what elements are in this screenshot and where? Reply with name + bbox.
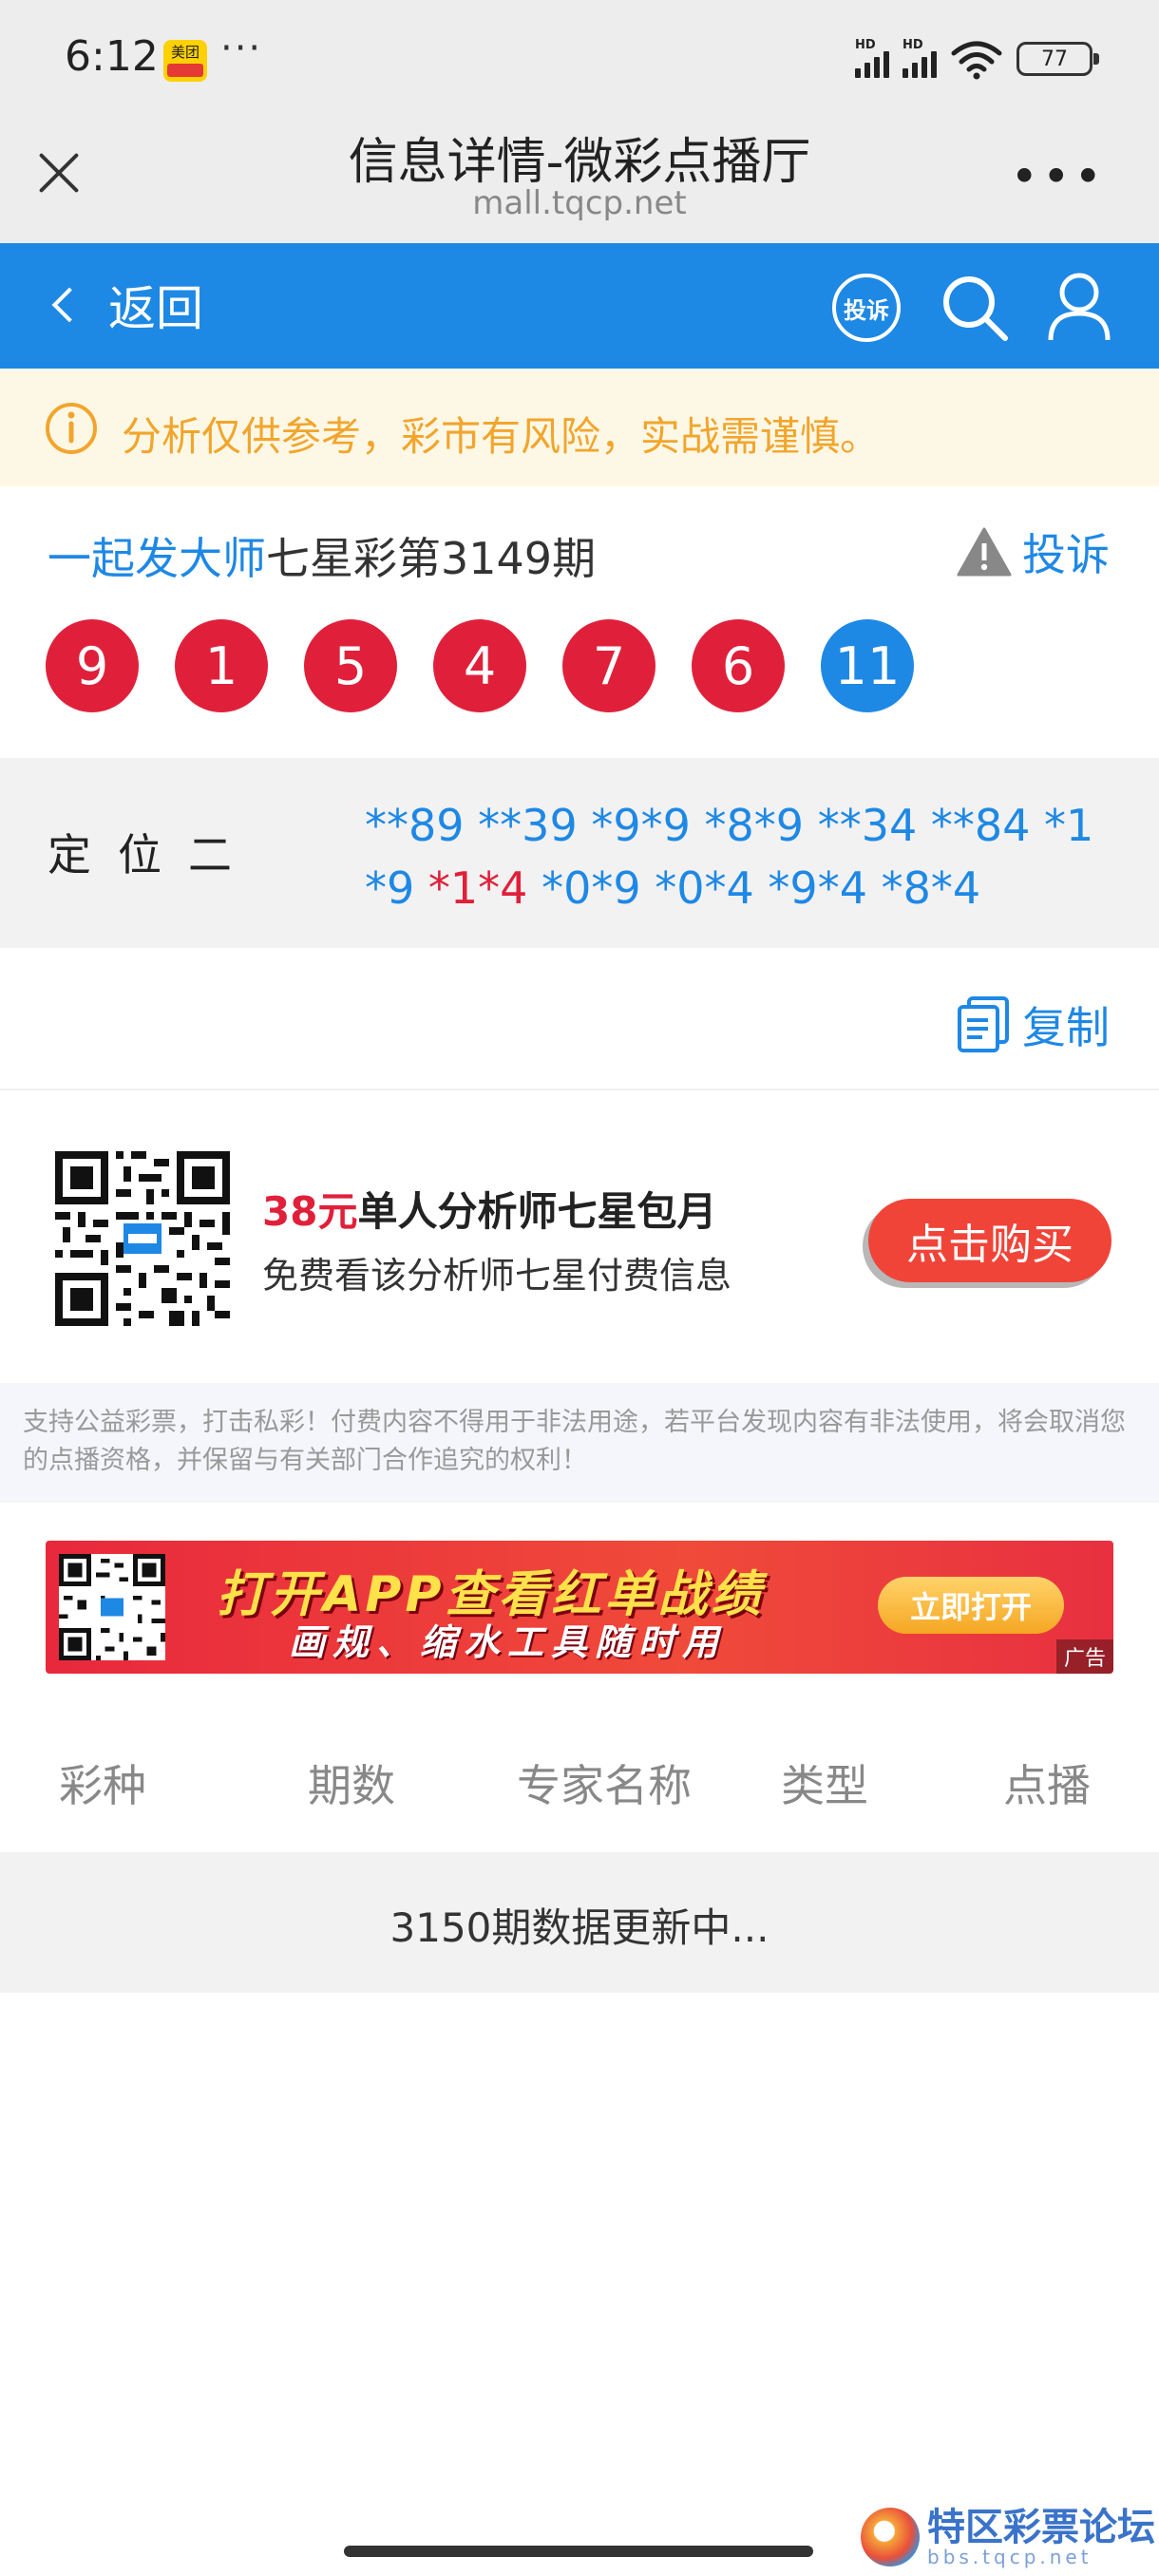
positioning-label: 定位二 <box>48 829 258 881</box>
back-label: 返回 <box>108 281 203 336</box>
result-ball: 9 <box>46 619 139 712</box>
disclaimer-text: 支持公益彩票，打击私彩！付费内容不得用于非法用途，若平台发现内容有非法使用，将会… <box>0 1383 1159 1503</box>
promo-title: 38元单人分析师七星包月 <box>262 1180 716 1238</box>
expert-section: 一起发大师七星彩第3149期 投诉 9 1 5 4 7 6 11 <box>0 486 1159 758</box>
header-type: 类型 <box>781 1760 868 1811</box>
search-icon[interactable] <box>939 272 1011 344</box>
user-icon[interactable] <box>1045 270 1113 344</box>
copy-row: 复制 <box>0 948 1159 1090</box>
open-app-button[interactable]: 立即打开 <box>878 1577 1064 1634</box>
status-bar: 6:12 美团 ··· HD HD 77 <box>0 0 1159 110</box>
empty-state-message: 3150期数据更新中... <box>390 1904 770 1951</box>
copy-label: 复制 <box>1022 1002 1110 1053</box>
notification-more-icon: ··· <box>220 27 263 70</box>
promo-title-text: 单人分析师七星包月 <box>357 1188 717 1235</box>
wifi-icon <box>951 41 1002 80</box>
page-title: 信息详情-微彩点播厅 <box>348 134 811 191</box>
complain-label: 投诉 <box>1022 529 1110 580</box>
positioning-number: *8*9 <box>704 800 805 851</box>
complain-icon[interactable]: 投诉 <box>832 274 901 342</box>
copy-button[interactable]: 复制 <box>956 994 1110 1056</box>
meituan-app-icon: 美团 <box>163 40 207 82</box>
copy-icon <box>958 996 1009 1052</box>
table-row: 3150期数据更新中... <box>0 1852 1159 1993</box>
webview-title-bar: 信息详情-微彩点播厅 mall.tqcp.net ••• <box>0 110 1159 243</box>
buy-button[interactable]: 点击购买 <box>868 1199 1112 1282</box>
result-ball: 4 <box>433 619 526 712</box>
subscription-promo: 38元单人分析师七星包月 免费看该分析师七星付费信息 点击购买 <box>0 1092 1159 1383</box>
positioning-number: *0*9 <box>542 862 641 914</box>
battery-level: 77 <box>1041 47 1068 71</box>
positioning-number: *0*4 <box>655 862 754 914</box>
ad-label: 广告 <box>1055 1639 1113 1674</box>
positioning-number: *9*9 <box>591 800 691 851</box>
positioning-number: **84 <box>930 800 1031 851</box>
banner-qr-code-icon <box>59 1554 165 1660</box>
battery-icon: 77 <box>1016 42 1099 76</box>
cellular-signal-2-icon: HD <box>902 38 937 78</box>
app-badge-label: 美团 <box>170 44 200 61</box>
draw-result-balls: 9 1 5 4 7 6 11 <box>46 619 914 712</box>
positioning-numbers: **89 **39 *9*9 *8*9 **34 **84 *1*9 *1*4 … <box>365 794 1115 919</box>
risk-notice: 分析仅供参考，彩市有风险，实战需谨慎。 <box>0 369 1159 486</box>
result-ball-special: 11 <box>821 619 914 712</box>
promo-subtitle: 免费看该分析师七星付费信息 <box>262 1255 732 1297</box>
positioning-number: **34 <box>817 800 918 851</box>
header-play: 点播 <box>1003 1760 1091 1811</box>
issue-label: 七星彩第3149期 <box>266 533 597 584</box>
forum-watermark: 特区彩票论坛 bbs.tqcp.net <box>861 2508 1155 2567</box>
positioning-number: **39 <box>478 800 578 851</box>
watermark-title: 特区彩票论坛 <box>927 2506 1155 2549</box>
result-ball: 1 <box>175 619 268 712</box>
promo-price: 38元 <box>262 1188 358 1235</box>
forum-logo-icon <box>861 2508 920 2567</box>
more-menu-icon[interactable]: ••• <box>1011 153 1106 200</box>
positioning-number-hit: *1*4 <box>428 862 528 914</box>
chevron-left-icon <box>51 287 87 323</box>
expert-name-link[interactable]: 一起发大师 <box>48 533 266 584</box>
positioning-row: 定位二 **89 **39 *9*9 *8*9 **34 **84 *1*9 *… <box>0 758 1159 948</box>
hd-label: HD <box>855 38 876 52</box>
info-icon <box>46 403 97 454</box>
hd-label-2: HD <box>902 38 923 52</box>
status-time: 6:12 <box>65 32 159 81</box>
notice-text: 分析仅供参考，彩市有风险，实战需谨慎。 <box>122 413 881 460</box>
warning-icon <box>957 527 1012 577</box>
watermark-subtitle: bbs.tqcp.net <box>927 2546 1092 2568</box>
table-header: 彩种 期数 专家名称 类型 点播 <box>0 1710 1159 1852</box>
positioning-number: *8*4 <box>881 862 981 914</box>
site-nav-bar: 返回 投诉 <box>0 243 1159 369</box>
header-lottery-type: 彩种 <box>59 1760 146 1811</box>
result-ball: 5 <box>304 619 397 712</box>
expert-title: 一起发大师七星彩第3149期 <box>48 524 596 587</box>
page: 6:12 美团 ··· HD HD 77 信息详情-微彩点播厅 mall.tqc <box>0 0 1159 2576</box>
page-url: mall.tqcp.net <box>472 184 687 222</box>
app-banner-ad[interactable]: 打开APP查看红单战绩 画规、缩水工具随时用 立即打开 广告 <box>46 1541 1113 1674</box>
header-expert-name: 专家名称 <box>517 1760 692 1811</box>
complain-button[interactable]: 投诉 <box>956 521 1110 583</box>
cellular-signal-icon: HD <box>855 38 889 78</box>
positioning-number: **89 <box>365 800 465 851</box>
banner-subline: 画规、缩水工具随时用 <box>289 1621 727 1663</box>
home-indicator[interactable] <box>344 2546 813 2557</box>
qr-code-icon <box>55 1151 230 1326</box>
header-issue: 期数 <box>308 1760 395 1811</box>
result-ball: 7 <box>562 619 656 712</box>
result-ball: 6 <box>692 619 785 712</box>
back-button[interactable]: 返回 <box>49 272 203 338</box>
status-right-icons: HD HD 77 <box>855 36 1099 82</box>
app-badge-sub <box>167 64 203 77</box>
positioning-number: *9*4 <box>768 862 867 914</box>
